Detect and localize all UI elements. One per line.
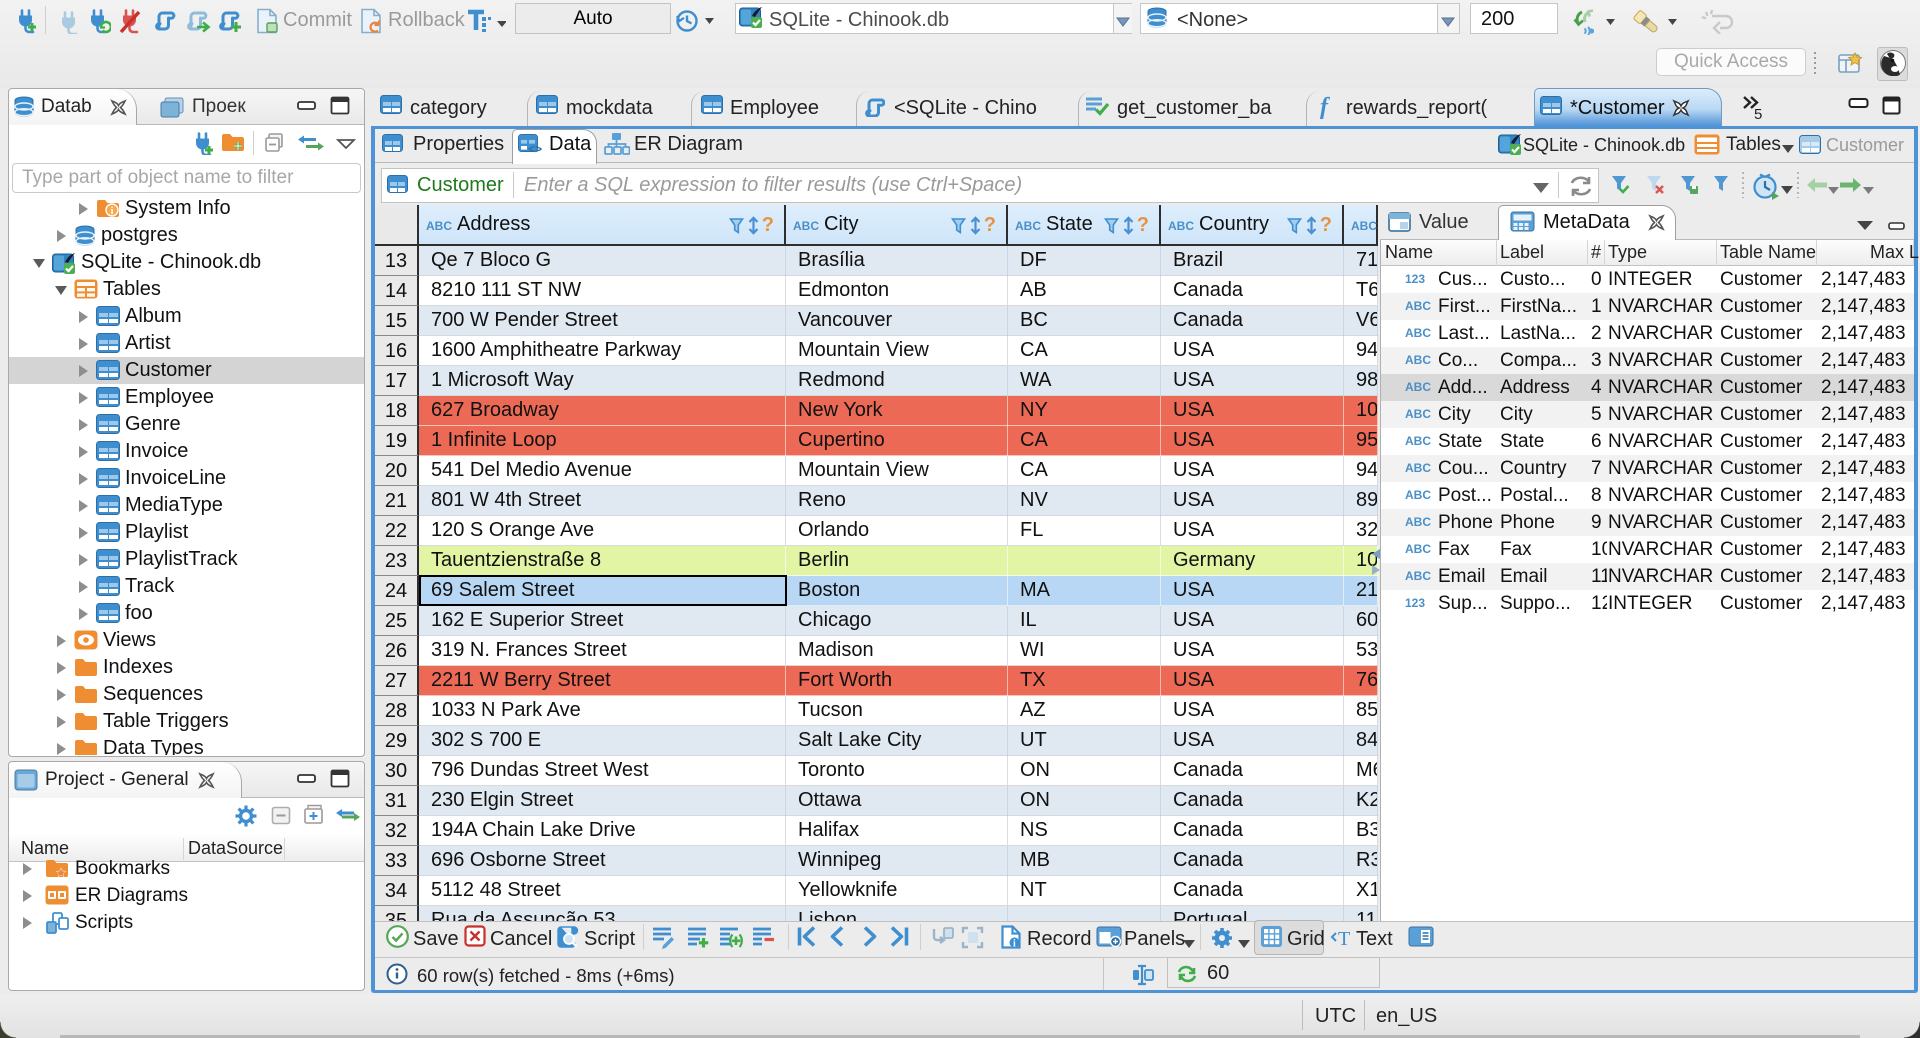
svg-text:<>: <> bbox=[528, 142, 542, 154]
svg-text:T: T bbox=[1338, 928, 1350, 949]
svg-text:i: i bbox=[1013, 939, 1016, 950]
svg-text:5: 5 bbox=[1754, 106, 1762, 120]
svg-text:i: i bbox=[111, 206, 114, 217]
